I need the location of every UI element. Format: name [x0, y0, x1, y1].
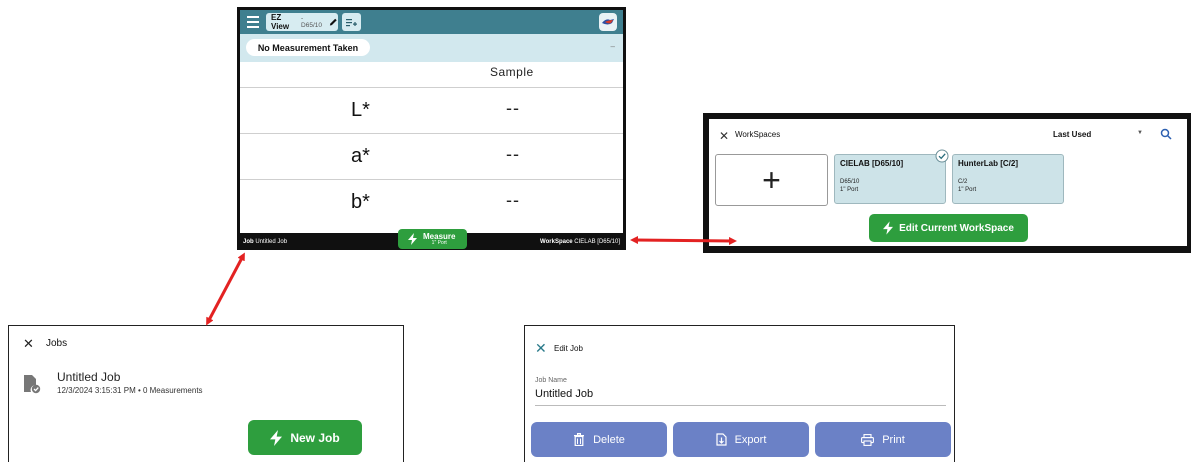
close-icon[interactable]: ✕ [719, 129, 729, 143]
table-row: b* -- [240, 179, 623, 225]
footer-workspace[interactable]: WorkSpace CIELAB [D65/10] [540, 239, 620, 245]
close-icon[interactable]: ✕ [23, 336, 34, 352]
lightning-icon [883, 221, 894, 235]
footer-workspace-value: CIELAB [D65/10] [574, 239, 620, 245]
tab-ez-view[interactable]: EZ View - D65/10 [266, 13, 338, 31]
job-name-field[interactable]: Untitled Job [535, 388, 593, 400]
workspace-card-meta: C/2 1" Port [958, 179, 976, 194]
export-button-label: Export [734, 433, 767, 446]
selected-check-icon [935, 149, 949, 163]
tab-ez-view-sublabel: - D65/10 [301, 15, 323, 29]
new-job-button[interactable]: New Job [248, 420, 362, 455]
brand-logo-icon[interactable] [599, 13, 617, 31]
edit-current-workspace-label: Edit Current WorkSpace [899, 222, 1014, 234]
jobs-screen: ✕ Jobs Untitled Job 12/3/2024 3:15:31 PM… [8, 325, 404, 462]
sample-column-header: Sample [490, 65, 534, 79]
trash-icon [574, 433, 585, 446]
job-meta: 12/3/2024 3:15:31 PM • 0 Measurements [57, 386, 203, 395]
workspace-card-illuminant: C/2 [958, 179, 968, 185]
top-toolbar: EZ View - D65/10 [240, 10, 623, 34]
row-value: -- [506, 144, 520, 164]
workspace-card-cielab[interactable]: CIELAB [D65/10] D65/10 1" Port [834, 154, 946, 204]
job-name-field-label: Job Name [535, 377, 567, 384]
workspace-card-name: HunterLab [C/2] [958, 159, 1018, 168]
row-label: L* [351, 99, 370, 121]
workspace-card-port: 1" Port [958, 186, 977, 193]
pencil-icon[interactable] [329, 17, 338, 27]
row-value: -- [506, 190, 520, 210]
workspaces-title: WorkSpaces [735, 130, 781, 139]
lightning-icon [408, 233, 417, 245]
workspaces-screen: ✕ WorkSpaces Last Used ▼ + CIELAB [D65/1… [703, 113, 1191, 253]
add-view-icon [346, 18, 357, 26]
new-job-label: New Job [290, 430, 340, 445]
measurement-status-bar: No Measurement Taken – [240, 34, 623, 62]
chevron-down-icon[interactable]: ▼ [1137, 130, 1143, 136]
arrow-main-to-jobs [206, 252, 245, 326]
edit-job-screen: ✕ Edit Job Job Name Untitled Job Delete … [524, 325, 955, 462]
add-workspace-button[interactable]: + [715, 154, 828, 206]
workspace-card-illuminant: D65/10 [840, 179, 860, 185]
hamburger-menu-icon[interactable] [247, 16, 259, 28]
row-label: a* [351, 145, 370, 167]
table-row: a* -- [240, 133, 623, 179]
export-button[interactable]: Export [673, 422, 809, 457]
printer-icon [861, 433, 875, 446]
jobs-title: Jobs [46, 338, 68, 349]
delete-button-label: Delete [593, 433, 625, 446]
table-row: L* -- [240, 87, 623, 133]
workspace-card-name: CIELAB [D65/10] [840, 159, 904, 168]
print-button-label: Print [882, 433, 905, 446]
footer-job-value: Untitled Job [255, 239, 288, 245]
workspace-card-meta: D65/10 1" Port [840, 179, 859, 194]
add-tab-button[interactable] [342, 13, 361, 31]
delete-button[interactable]: Delete [531, 422, 667, 457]
measurement-status: No Measurement Taken [246, 39, 370, 56]
footer-workspace-label: WorkSpace [540, 239, 573, 245]
edit-job-title: Edit Job [554, 344, 583, 353]
tab-ez-view-label: EZ View [271, 13, 290, 31]
ez-view-screen: EZ View - D65/10 No Measurement Taken – … [237, 7, 626, 250]
collapse-toggle[interactable]: – [611, 42, 615, 51]
workspace-card-hunterlab[interactable]: HunterLab [C/2] C/2 1" Port [952, 154, 1064, 204]
workspaces-dialog: ✕ WorkSpaces Last Used ▼ + CIELAB [D65/1… [709, 119, 1187, 246]
measurement-table: Sample L* -- a* -- b* -- [240, 62, 623, 233]
sort-dropdown[interactable]: Last Used [1053, 130, 1091, 139]
edit-current-workspace-button[interactable]: Edit Current WorkSpace [869, 214, 1028, 242]
footer-job-label: Job [243, 239, 254, 245]
footer-job[interactable]: Job Untitled Job [243, 239, 287, 245]
export-icon [715, 433, 727, 446]
job-name[interactable]: Untitled Job [57, 370, 120, 384]
measure-button[interactable]: Measure 1" Port [398, 229, 467, 249]
row-value: -- [506, 98, 520, 118]
search-icon[interactable] [1160, 128, 1172, 140]
row-label: b* [351, 191, 370, 213]
job-file-check-icon [24, 375, 41, 394]
workspace-card-port: 1" Port [840, 186, 859, 193]
measure-button-port: 1" Port [431, 239, 447, 246]
job-name-field-underline [535, 405, 946, 406]
print-button[interactable]: Print [815, 422, 951, 457]
lightning-icon [270, 429, 283, 446]
close-icon[interactable]: ✕ [535, 340, 547, 357]
